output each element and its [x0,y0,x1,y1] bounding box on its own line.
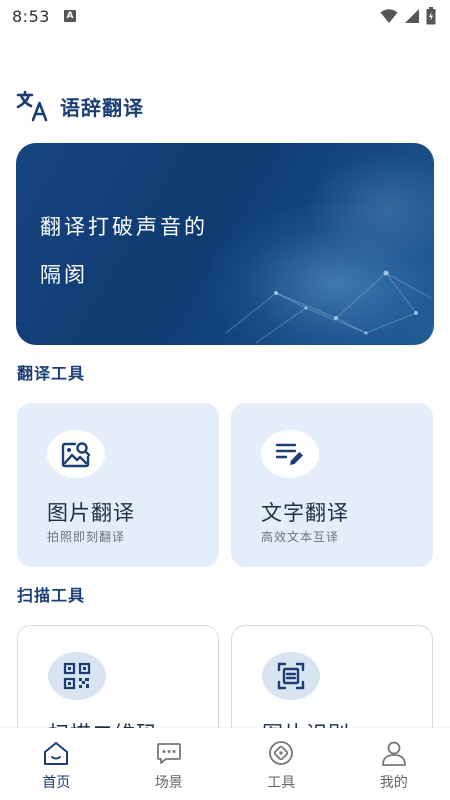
nav-item-home[interactable]: 首页 [0,728,113,800]
banner-headline: 翻译打破声音的 隔阂 [40,203,240,299]
image-recognition-card[interactable]: 图片识别 [231,625,433,745]
translate-icon [16,90,48,122]
banner-line-2: 隔阂 [40,263,88,287]
signal-icon [405,9,419,23]
nav-item-scenes[interactable]: 场景 [113,728,226,800]
nav-label: 首页 [42,775,71,791]
banner-network-decoration [225,270,432,344]
card-title: 图片翻译 [47,501,135,525]
document-scan-icon [277,662,305,690]
section-title-scan-tools: 扫描工具 [17,586,86,605]
nav-item-profile[interactable]: 我的 [338,728,450,800]
card-subtitle: 高效文本互译 [261,530,340,544]
text-translate-card[interactable]: 文字翻译 高效文本互译 [231,403,433,567]
card-icon-container [262,652,320,700]
hero-banner[interactable]: 翻译打破声音的 隔阂 [16,143,434,345]
card-title: 文字翻译 [261,501,349,525]
home-icon [44,742,69,765]
nav-label: 我的 [379,775,408,791]
nav-label: 场景 [154,775,183,791]
app-title: 语辞翻译 [60,95,144,120]
status-indicators [380,7,436,25]
card-icon-container [48,652,106,700]
card-subtitle: 拍照即刻翻译 [47,530,126,544]
card-icon-container [261,430,319,478]
section-title-translate-tools: 翻译工具 [17,364,86,383]
qr-code-icon [63,662,91,690]
card-icon-container [47,430,105,478]
nav-item-tools[interactable]: 工具 [225,728,338,800]
app-header: 语辞翻译 [16,90,144,122]
notification-badge: A [63,10,76,22]
status-time: 8:53 [12,6,50,26]
tool-icon [269,741,294,765]
scan-qr-card[interactable]: 扫描二维码 [17,625,219,745]
wifi-icon [380,9,398,23]
status-bar: 8:53 A [0,0,450,32]
bottom-navigation: 首页 场景 工具 我的 [0,728,450,800]
text-edit-icon [275,443,303,465]
image-translate-card[interactable]: 图片翻译 拍照即刻翻译 [17,403,219,567]
battery-icon [426,7,436,25]
nav-label: 工具 [267,775,296,791]
banner-line-1: 翻译打破声音的 [40,215,208,239]
chat-icon [156,743,181,764]
image-search-icon [61,442,91,468]
profile-icon [381,741,406,766]
